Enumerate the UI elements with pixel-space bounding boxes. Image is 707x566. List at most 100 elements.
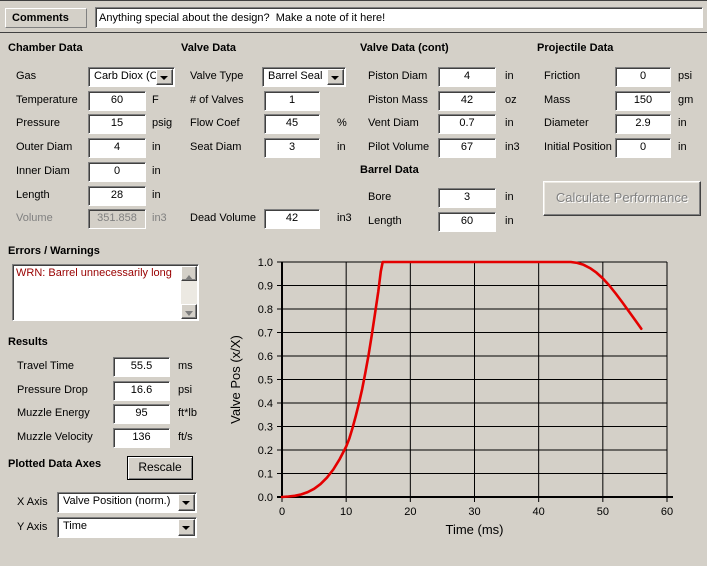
valve-seat-diam-unit: in: [337, 141, 346, 153]
chamber-length-label: Length: [16, 189, 50, 201]
barrel-header: Barrel Data: [360, 164, 419, 176]
projectile-initial-position-unit: in: [678, 141, 687, 153]
valve-cont-header: Valve Data (cont): [360, 42, 449, 54]
valve-header: Valve Data: [181, 42, 236, 54]
projectile-friction-input[interactable]: 0: [615, 67, 671, 87]
results-muzzle-energy-input[interactable]: 95: [113, 404, 170, 424]
comments-panel: Comments: [0, 0, 707, 33]
valve_cont-piston-diam-label: Piston Diam: [368, 70, 427, 82]
errors-warnings-header: Errors / Warnings: [8, 245, 100, 257]
valve-flow-coef-input[interactable]: 45: [264, 114, 320, 134]
results-muzzle-energy-unit: ft*lb: [178, 407, 197, 419]
x-axis-selected-value: Valve Position (norm.): [63, 495, 170, 507]
projectile-friction-unit: psi: [678, 70, 692, 82]
valve_cont-piston-diam-input[interactable]: 4: [438, 67, 496, 87]
chamber-length-input[interactable]: 28: [88, 186, 146, 206]
rescale-button[interactable]: Rescale: [127, 456, 193, 480]
valve-valve-type-label: Valve Type: [190, 70, 243, 82]
valve_cont-vent-diam-input[interactable]: 0.7: [438, 114, 496, 134]
tick-label: 0.9: [258, 281, 273, 293]
valve-seat-diam-label: Seat Diam: [190, 141, 241, 153]
chamber-pressure-input[interactable]: 15: [88, 114, 146, 134]
hgdt-main-window: Comments Chamber DataGasCarb Diox (COTem…: [0, 0, 707, 566]
projectile-initial-position-input[interactable]: 0: [615, 138, 671, 158]
tick-label: 50: [597, 506, 609, 518]
chamber-volume-unit: in3: [152, 212, 167, 224]
plotted-data-axes-header: Plotted Data Axes: [8, 458, 101, 470]
chevron-down-icon: [156, 69, 173, 85]
tick-label: 0.0: [258, 492, 273, 504]
valve-of-valves-label: # of Valves: [190, 94, 244, 106]
valve_cont-piston-mass-input[interactable]: 42: [438, 91, 496, 111]
valve_cont-vent-diam-unit: in: [505, 117, 514, 129]
y-axis-selected-value: Time: [63, 520, 87, 532]
results-muzzle-velocity-unit: ft/s: [178, 431, 193, 443]
valve-dead-volume-label: Dead Volume: [190, 212, 256, 224]
valve_cont-pilot-volume-unit: in3: [505, 141, 520, 153]
projectile-mass-unit: gm: [678, 94, 693, 106]
errors-warnings-box[interactable]: WRN: Barrel unnecessarily long: [12, 264, 199, 321]
chamber-outer-diam-unit: in: [152, 141, 161, 153]
valve-valve-type-select[interactable]: Barrel Seal: [262, 67, 346, 87]
results-pressure-drop-unit: psi: [178, 384, 192, 396]
barrel-length-unit: in: [505, 215, 514, 227]
scroll-up-button[interactable]: [181, 266, 197, 281]
tick-label: 0.7: [258, 328, 273, 340]
results-muzzle-velocity-input[interactable]: 136: [113, 428, 170, 448]
barrel-length-input[interactable]: 60: [438, 212, 496, 232]
chamber-inner-diam-unit: in: [152, 165, 161, 177]
tick-label: 60: [661, 506, 673, 518]
warning-message: WRN: Barrel unnecessarily long: [16, 267, 180, 280]
results-pressure-drop-input[interactable]: 16.6: [113, 381, 170, 401]
y-axis-select[interactable]: Time: [57, 517, 197, 538]
chamber-gas-select[interactable]: Carb Diox (CO: [88, 67, 175, 87]
comments-label: Comments: [5, 8, 87, 28]
valve-seat-diam-input[interactable]: 3: [264, 138, 320, 158]
chamber-inner-diam-input[interactable]: 0: [88, 162, 146, 182]
valve_cont-vent-diam-label: Vent Diam: [368, 117, 419, 129]
valve-dead-volume-unit: in3: [337, 212, 352, 224]
chamber-outer-diam-input[interactable]: 4: [88, 138, 146, 158]
projectile-diameter-unit: in: [678, 117, 687, 129]
chamber-pressure-unit: psig: [152, 117, 172, 129]
y-axis-label: Y Axis: [17, 521, 47, 533]
chamber-temperature-input[interactable]: 60: [88, 91, 146, 111]
comments-input[interactable]: [95, 7, 703, 28]
tick-label: 0.1: [258, 469, 273, 481]
scroll-down-button[interactable]: [181, 304, 197, 319]
projectile-diameter-input[interactable]: 2.9: [615, 114, 671, 134]
tick-label: 0: [279, 506, 285, 518]
tick-label: 10: [340, 506, 352, 518]
projectile-mass-input[interactable]: 150: [615, 91, 671, 111]
results-muzzle-energy-label: Muzzle Energy: [17, 407, 90, 419]
y-axis-title: Valve Pos (x/X): [228, 335, 243, 424]
x-axis-select[interactable]: Valve Position (norm.): [57, 492, 197, 513]
chamber-inner-diam-label: Inner Diam: [16, 165, 70, 177]
valve_cont-pilot-volume-input[interactable]: 67: [438, 138, 496, 158]
tick-label: 0.8: [258, 304, 273, 316]
valve_cont-piston-diam-unit: in: [505, 70, 514, 82]
projectile-header: Projectile Data: [537, 42, 613, 54]
chamber-temperature-unit: F: [152, 94, 159, 106]
results-pressure-drop-label: Pressure Drop: [17, 384, 88, 396]
chamber-gas-label: Gas: [16, 70, 36, 82]
tick-label: 30: [468, 506, 480, 518]
chamber-temperature-label: Temperature: [16, 94, 78, 106]
valve_cont-pilot-volume-label: Pilot Volume: [368, 141, 429, 153]
tick-label: 1.0: [258, 257, 273, 269]
tick-label: 20: [404, 506, 416, 518]
valve-of-valves-input[interactable]: 1: [264, 91, 320, 111]
projectile-mass-label: Mass: [544, 94, 570, 106]
x-axis-title: Time (ms): [445, 522, 503, 537]
chamber-length-unit: in: [152, 189, 161, 201]
tick-label: 0.3: [258, 422, 273, 434]
scrollbar[interactable]: [181, 266, 197, 319]
calculate-performance-button: Calculate Performance: [543, 181, 701, 216]
valve-dead-volume-input[interactable]: 42: [264, 209, 320, 229]
chamber-outer-diam-label: Outer Diam: [16, 141, 72, 153]
projectile-diameter-label: Diameter: [544, 117, 589, 129]
barrel-bore-input[interactable]: 3: [438, 188, 496, 208]
valve-flow-coef-unit: %: [337, 117, 347, 129]
barrel-length-label: Length: [368, 215, 402, 227]
results-travel-time-input[interactable]: 55.5: [113, 357, 170, 377]
